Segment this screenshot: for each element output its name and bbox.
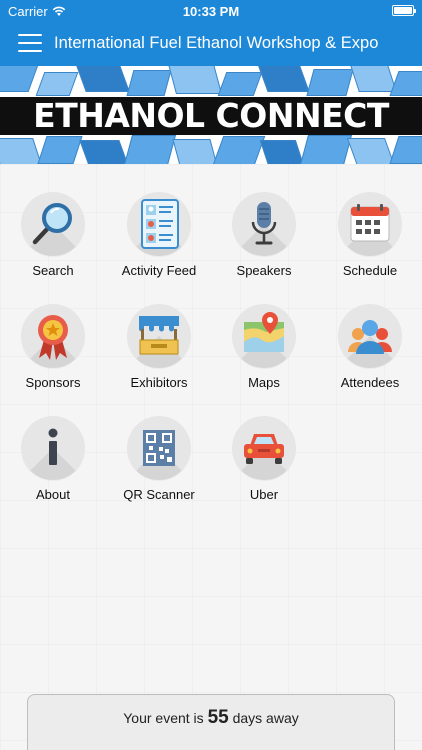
tile-label: Attendees bbox=[340, 375, 400, 390]
tile-label: About bbox=[36, 487, 70, 502]
status-time: 10:33 PM bbox=[182, 4, 240, 19]
tile-uber[interactable]: Uber bbox=[211, 388, 317, 502]
microphone-icon bbox=[232, 192, 296, 256]
banner-title: ETHANOL CONNECT bbox=[0, 97, 422, 135]
tile-label: QR Scanner bbox=[123, 487, 195, 502]
tile-qr-scanner[interactable]: QR Scanner bbox=[106, 388, 212, 502]
tile-search[interactable]: Search bbox=[0, 164, 106, 278]
tile-speakers[interactable]: Speakers bbox=[211, 164, 317, 278]
tile-maps[interactable]: Maps bbox=[211, 276, 317, 390]
page-title: International Fuel Ethanol Workshop & Ex… bbox=[54, 34, 379, 52]
event-banner: ETHANOL CONNECT bbox=[0, 66, 422, 164]
tile-sponsors[interactable]: Sponsors bbox=[0, 276, 106, 390]
status-bar: Carrier 10:33 PM bbox=[0, 0, 422, 22]
navigation-bar: International Fuel Ethanol Workshop & Ex… bbox=[0, 22, 422, 66]
countdown-prefix: Your event is bbox=[123, 710, 204, 726]
booth-icon bbox=[127, 304, 191, 368]
calendar-icon bbox=[338, 192, 402, 256]
menu-icon[interactable] bbox=[18, 34, 42, 52]
tile-label: Uber bbox=[249, 487, 279, 502]
activity-feed-icon bbox=[127, 192, 191, 256]
people-icon bbox=[338, 304, 402, 368]
tile-schedule[interactable]: Schedule bbox=[317, 164, 422, 278]
award-ribbon-icon bbox=[21, 304, 85, 368]
battery-icon bbox=[392, 5, 416, 16]
tile-about[interactable]: About bbox=[0, 388, 106, 502]
car-icon bbox=[232, 416, 296, 480]
countdown-days: 55 bbox=[207, 707, 229, 728]
event-countdown: Your event is 55 days away bbox=[27, 694, 395, 750]
info-icon bbox=[21, 416, 85, 480]
tile-activity-feed[interactable]: Activity Feed bbox=[106, 164, 212, 278]
map-icon bbox=[232, 304, 296, 368]
tile-attendees[interactable]: Attendees bbox=[317, 276, 422, 390]
countdown-suffix: days away bbox=[232, 710, 299, 726]
search-icon bbox=[21, 192, 85, 256]
status-right bbox=[392, 5, 416, 16]
tile-exhibitors[interactable]: Exhibitors bbox=[106, 276, 212, 390]
qr-code-icon bbox=[127, 416, 191, 480]
